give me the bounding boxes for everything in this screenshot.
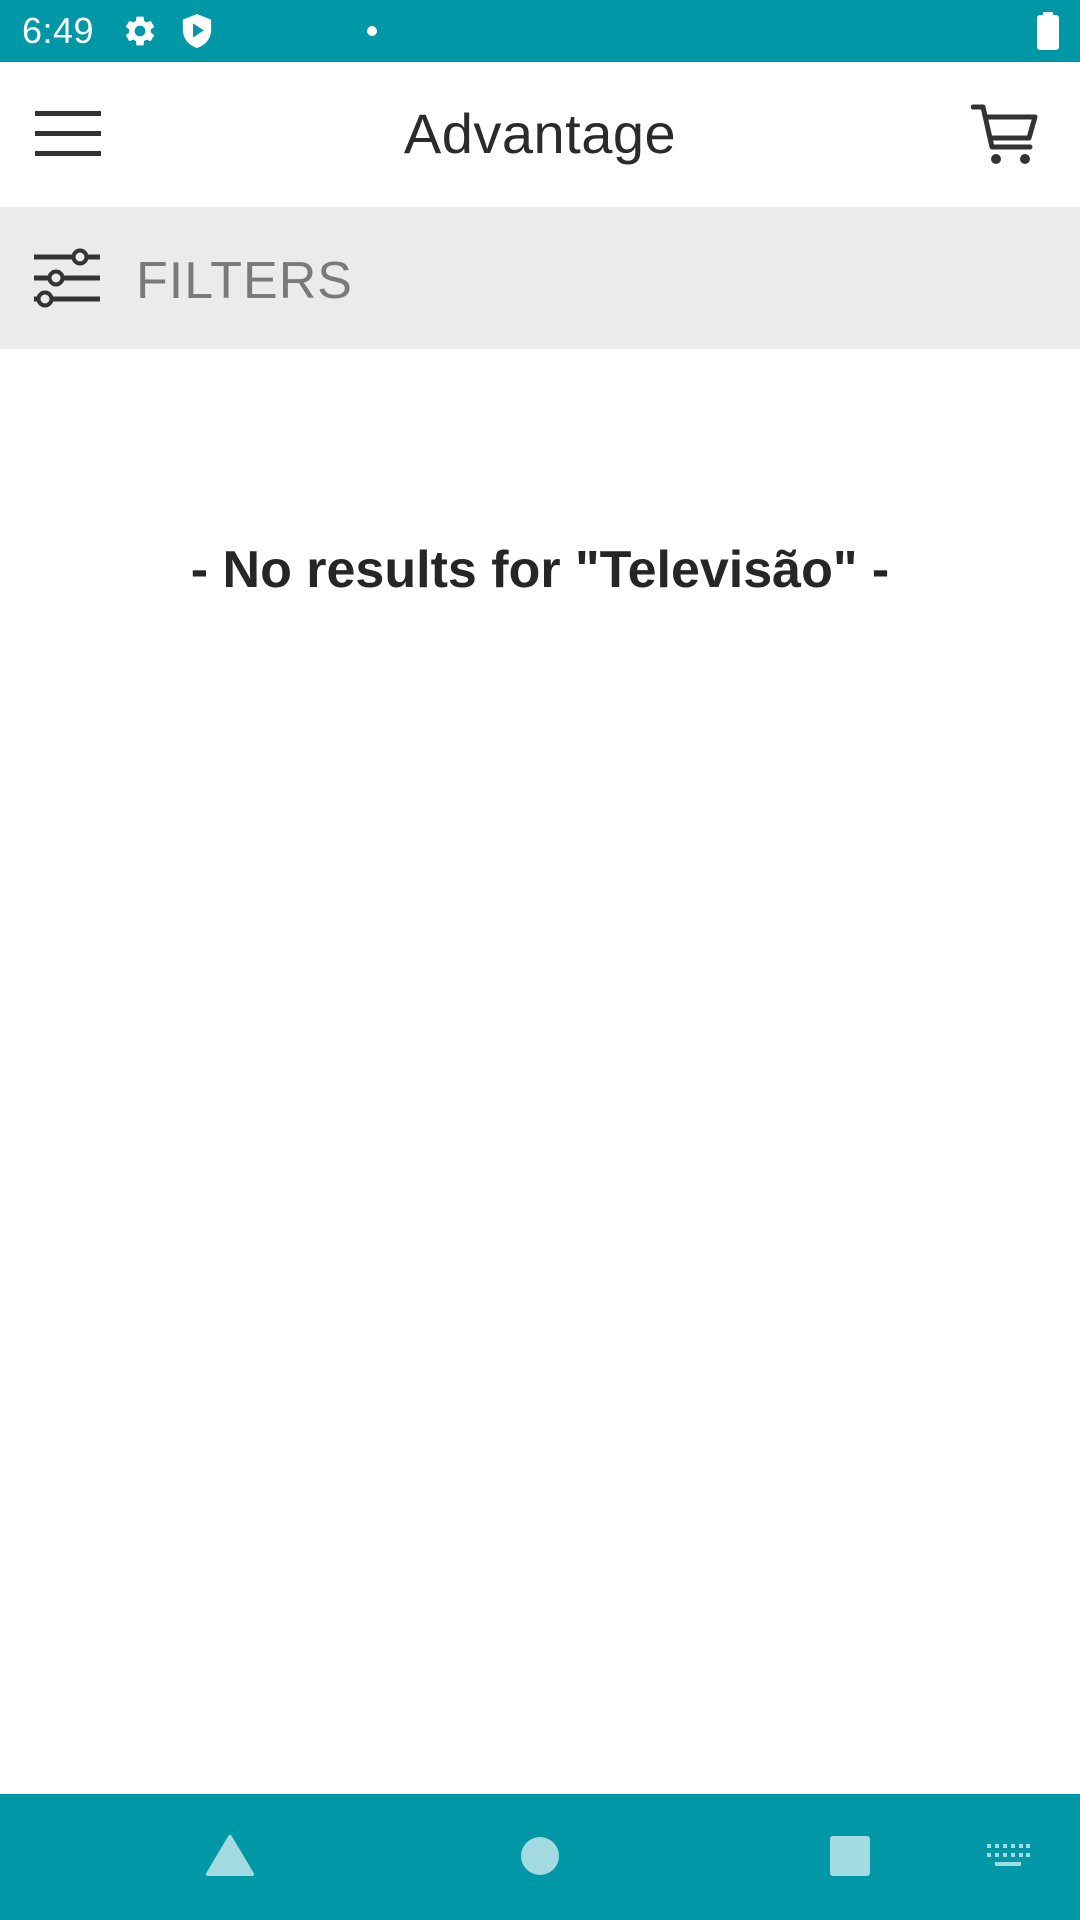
home-icon: [521, 1837, 559, 1875]
recents-button[interactable]: [810, 1816, 890, 1896]
cart-button[interactable]: [960, 96, 1050, 176]
back-icon: [206, 1835, 254, 1876]
page-title: Advantage: [403, 102, 677, 165]
home-button[interactable]: [500, 1816, 580, 1896]
menu-button[interactable]: [20, 94, 116, 174]
status-bar: 6:49: [0, 0, 1080, 62]
notification-dot-icon: [367, 26, 377, 36]
recents-icon: [830, 1836, 870, 1876]
keyboard-button[interactable]: [968, 1826, 1048, 1886]
no-results-message: - No results for "Televisão" -: [190, 541, 890, 599]
status-time: 6:49: [22, 10, 95, 51]
cart-icon: [971, 104, 1038, 164]
battery-icon: [1037, 12, 1059, 50]
filters-button[interactable]: FILTERS: [0, 207, 1080, 349]
app-bar: Advantage: [0, 62, 1080, 207]
navigation-bar: [0, 1794, 1080, 1920]
menu-icon: [35, 111, 101, 156]
shield-play-icon: [182, 14, 212, 48]
filters-label: FILTERS: [136, 252, 353, 310]
sliders-icon: [34, 248, 100, 308]
back-button[interactable]: [190, 1816, 270, 1896]
gear-icon: [125, 16, 155, 46]
keyboard-icon: [987, 1844, 1030, 1866]
screen: 6:49 Advantage FILTERS - No results for …: [0, 0, 1080, 1920]
